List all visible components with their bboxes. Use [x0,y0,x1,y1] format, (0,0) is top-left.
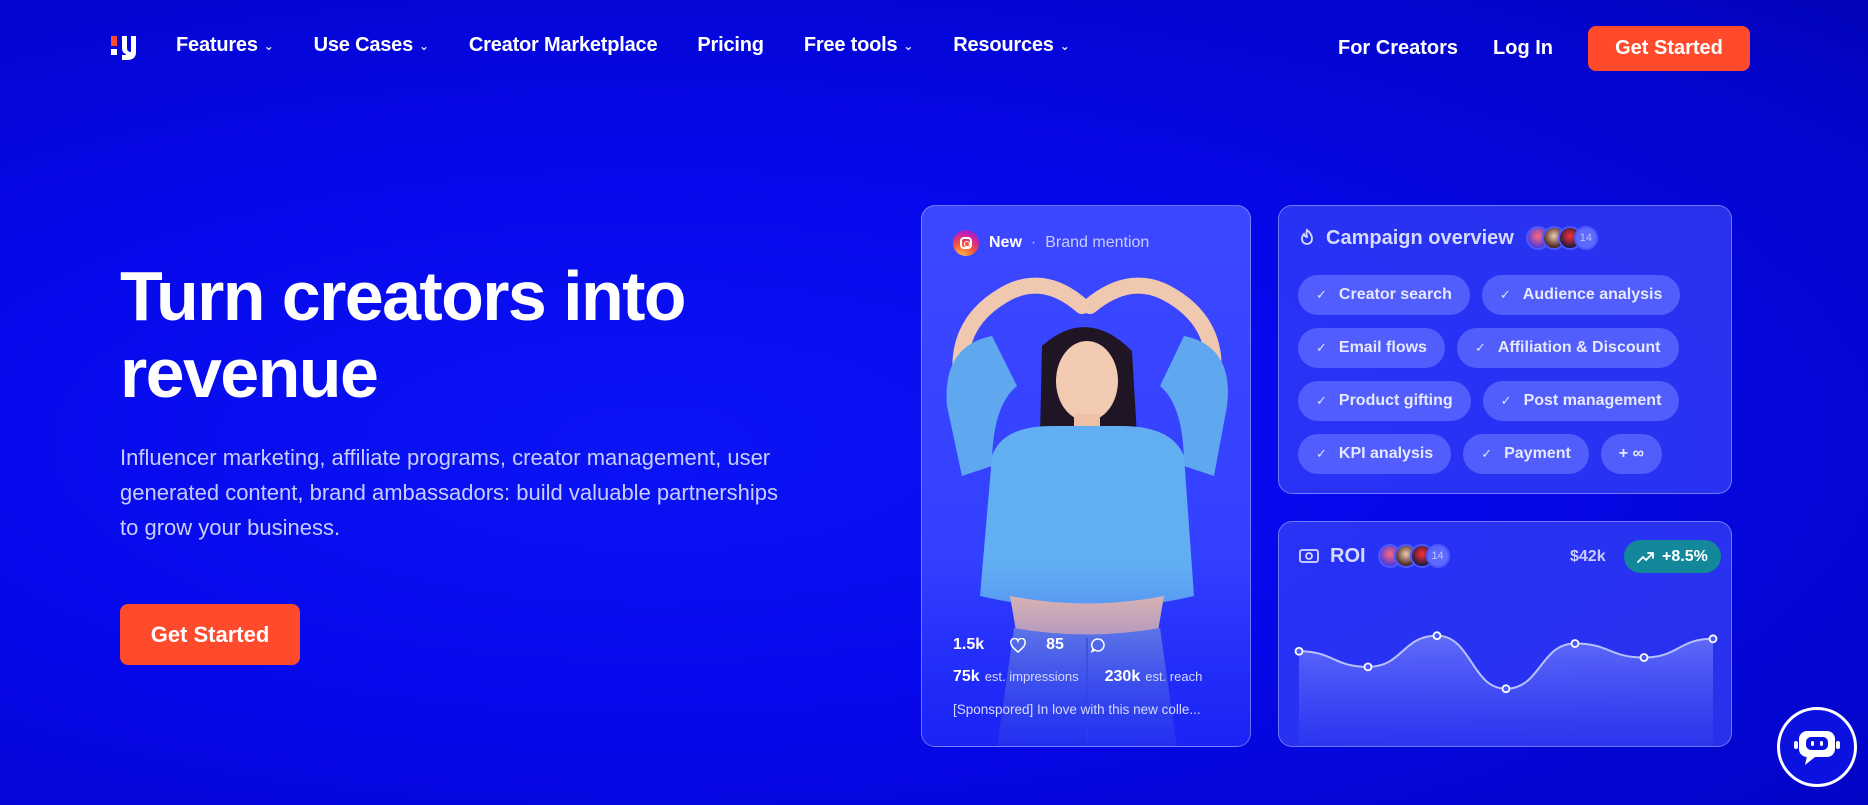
nav-menu: Features ⌄ Use Cases ⌄ Creator Marketplace… [176,34,1110,57]
check-icon: ✓ [1474,340,1486,355]
chip-affiliation-discount: ✓ Affiliation & Discount [1456,328,1679,368]
reach-label: est. reach [1145,669,1203,684]
roi-point [1432,631,1442,641]
chatbot-icon [1794,731,1840,765]
hero-title: Turn creators into revenue [120,257,687,412]
chip-email-flows: ✓ Email flows [1298,328,1445,368]
chip-post-management: ✓ Post management [1482,381,1680,421]
top-navigation: Features ⌄ Use Cases ⌄ Creator Marketplace… [0,0,1868,96]
campaign-title: Campaign overview [1326,226,1514,249]
chip-kpi-analysis: ✓ KPI analysis [1298,434,1452,474]
check-icon: ✓ [1499,287,1511,302]
comment-icon [1090,638,1105,653]
nav-item-use-cases[interactable]: Use Cases ⌄ [314,34,429,57]
trend-up-icon [1637,551,1654,563]
campaign-icon [1301,228,1313,245]
chip-payment: ✓ Payment [1463,434,1589,474]
roi-card: ROI 14 $42k +8.5% [1278,521,1732,747]
post-caption: [Sponspored] In love with this new colle… [953,702,1201,717]
chevron-down-icon: ⌄ [903,38,914,53]
for-creators-link[interactable]: For Creators [1338,37,1458,60]
heart-icon [1010,637,1027,653]
chip-creator-search: ✓ Creator search [1298,275,1470,315]
likes-count: 1.5k [953,636,1027,654]
chip-product-gifting: ✓ Product gifting [1298,381,1471,421]
roi-point [1501,684,1511,694]
post-preview-card: New · Brand mention 1.5k 85 75k est. imp… [921,205,1251,747]
roi-icon [1299,549,1319,563]
avatar-count: 14 [1573,226,1598,250]
chevron-down-icon: ⌄ [1059,38,1070,53]
check-icon: ✓ [1316,287,1327,302]
roi-amount: $42k [1570,548,1606,565]
impressions-value: 75k [953,668,980,685]
roi-point [1708,634,1718,644]
chevron-down-icon: ⌄ [263,38,274,53]
nav-item-pricing[interactable]: Pricing [697,34,764,57]
roi-point [1639,653,1649,662]
impressions-label: est. impressions [984,669,1079,684]
post-header: New · Brand mention [953,230,1149,256]
avatar-count: 14 [1425,544,1450,568]
check-icon: ✓ [1316,340,1327,355]
post-type: Brand mention [1045,234,1150,251]
roi-avatars: 14 [1377,544,1450,568]
campaign-overview-card: Campaign overview 14 ✓ Creator search ✓ Au… [1278,205,1732,494]
chip-more: + ∞ [1600,434,1662,474]
campaign-avatars: 14 [1525,226,1598,250]
get-started-button-hero[interactable]: Get Started [120,604,300,665]
chip-audience-analysis: ✓ Audience analysis [1481,275,1681,315]
chatbot-button[interactable] [1777,707,1857,787]
campaign-header: Campaign overview 14 [1298,226,1598,250]
roi-point [1570,639,1580,648]
nav-item-free-tools[interactable]: Free tools ⌄ [804,34,914,57]
check-icon: ✓ [1316,393,1327,408]
roi-header: ROI 14 [1298,544,1450,568]
hero-subtitle: Influencer marketing, affiliate programs… [120,445,778,540]
nav-right: For Creators Log In Get Started [1338,26,1750,71]
post-badge: New [989,234,1022,251]
reach-value: 230k [1104,668,1141,685]
post-stats: 1.5k 85 75k est. impressions 230k est. r… [953,636,1228,717]
get-started-button-nav[interactable]: Get Started [1588,26,1750,71]
feature-chips: ✓ Creator search ✓ Audience analysis ✓ Emai… [1298,275,1718,487]
post-separator: · [1030,234,1037,251]
roi-point [1363,662,1373,672]
roi-point [1294,646,1304,656]
comments-count: 85 [1046,636,1106,654]
check-icon: ✓ [1481,446,1493,461]
roi-change-badge: +8.5% [1624,540,1721,573]
roi-title: ROI [1330,544,1366,567]
login-link[interactable]: Log In [1493,37,1553,60]
chevron-down-icon: ⌄ [419,38,429,53]
logo-icon[interactable] [111,34,137,60]
check-icon: ✓ [1316,446,1327,461]
nav-item-features[interactable]: Features ⌄ [176,34,274,57]
nav-item-creator-marketplace[interactable]: Creator Marketplace [469,34,658,57]
instagram-icon [953,230,979,256]
nav-item-resources[interactable]: Resources ⌄ [953,34,1070,57]
check-icon: ✓ [1500,393,1512,408]
